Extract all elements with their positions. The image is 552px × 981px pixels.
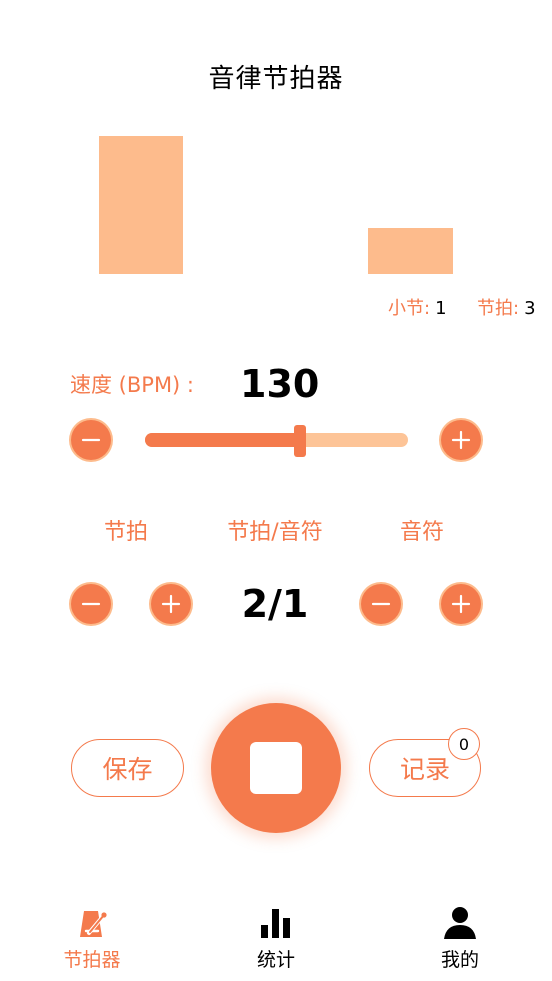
bpm-label: 速度 (BPM) :: [70, 373, 195, 397]
beats-decrease-button[interactable]: [71, 584, 111, 624]
bar-chart-icon: [261, 909, 290, 938]
measure-label: 小节:: [388, 298, 431, 319]
minus-icon: [81, 438, 101, 442]
plus-icon: [451, 430, 471, 450]
plus-icon: [451, 594, 471, 614]
beats-increase-button[interactable]: [151, 584, 191, 624]
bpm-slider-track[interactable]: [145, 433, 408, 447]
stop-icon: [250, 742, 302, 794]
minus-icon: [371, 602, 391, 606]
bpm-increase-button[interactable]: [441, 420, 481, 460]
nav-label-stats: 统计: [256, 949, 295, 971]
nav-item-metronome[interactable]: 节拍器: [37, 905, 147, 972]
beats-section-label: 节拍: [103, 520, 148, 545]
time-signature-value: 2/1: [241, 582, 309, 626]
record-count-badge: 0: [448, 728, 480, 760]
note-decrease-button[interactable]: [361, 584, 401, 624]
minus-icon: [81, 602, 101, 606]
nav-item-profile[interactable]: 我的: [405, 905, 515, 972]
beat-bar-2: [368, 228, 453, 274]
plus-icon: [161, 594, 181, 614]
bpm-value: 130: [240, 362, 320, 406]
beat-label: 节拍:: [477, 298, 520, 319]
nav-item-stats[interactable]: 统计: [221, 905, 331, 972]
stop-button[interactable]: [211, 703, 341, 833]
nav-label-profile: 我的: [440, 949, 479, 971]
bpm-decrease-button[interactable]: [71, 420, 111, 460]
nav-label-metronome: 节拍器: [63, 949, 121, 971]
beat-bar-1: [99, 136, 183, 274]
measure-counter: 小节: 1: [388, 294, 447, 320]
metronome-icon: [80, 911, 107, 937]
beat-value: 3: [524, 298, 536, 319]
save-button[interactable]: 保存: [71, 739, 184, 797]
beat-counter: 节拍: 3: [477, 294, 536, 320]
page-title: 音律节拍器: [208, 64, 344, 94]
user-icon: [444, 907, 476, 939]
note-section-label: 音符: [399, 520, 444, 545]
note-increase-button[interactable]: [441, 584, 481, 624]
measure-value: 1: [435, 298, 447, 319]
bpm-slider-thumb[interactable]: [294, 425, 307, 457]
time-signature-label: 节拍/音符: [227, 520, 323, 545]
bpm-slider-fill: [145, 433, 301, 447]
